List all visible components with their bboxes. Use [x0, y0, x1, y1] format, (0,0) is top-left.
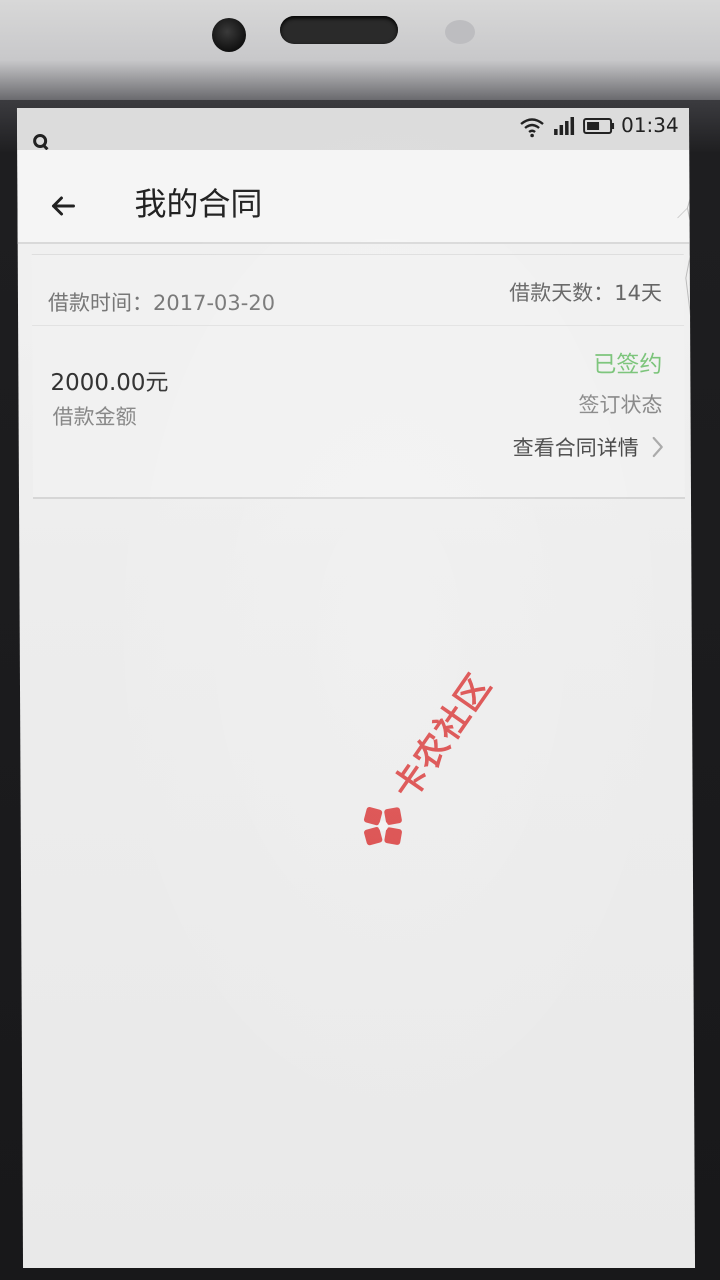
proximity-sensor — [445, 20, 475, 44]
loan-time-value: 2017-03-20 — [152, 291, 276, 315]
chevron-right-icon — [652, 436, 663, 458]
watermark-text: 卡农社区 — [385, 666, 501, 807]
status-time: 01:34 — [620, 113, 679, 137]
wifi-icon — [520, 118, 544, 138]
sign-status-label: 签订状态 — [578, 393, 663, 417]
signal-icon — [554, 117, 575, 135]
view-contract-details-text: 查看合同详情 — [512, 436, 639, 460]
front-camera — [212, 18, 246, 52]
earpiece-speaker — [280, 16, 398, 44]
phone-bezel-top — [0, 0, 720, 100]
loan-days-value: 14天 — [614, 281, 662, 305]
loan-days: 借款天数：14天 — [509, 277, 662, 307]
loan-time: 借款时间：2017-03-20 — [48, 287, 275, 317]
nav-bar: 我的合同 — [17, 150, 690, 244]
loan-amount-label: 借款金额 — [52, 405, 137, 429]
loan-amount-value: 2000.00元 — [50, 370, 169, 396]
app-notification-icon — [33, 134, 48, 148]
card-divider — [32, 325, 685, 326]
phone-frame: 01:34 我的合同 借款时间：2017-03-20 借款天数：14天 2000… — [0, 0, 720, 1280]
contract-card: 借款时间：2017-03-20 借款天数：14天 2000.00元 借款金额 已… — [31, 254, 686, 499]
watermark-logo-icon — [363, 806, 402, 846]
view-contract-details-link[interactable]: 查看合同详情 — [513, 429, 665, 465]
status-bar: 01:34 — [16, 108, 690, 150]
sign-status-value: 已签约 — [593, 352, 663, 378]
page-title: 我的合同 — [134, 185, 263, 223]
phone-screen: 01:34 我的合同 借款时间：2017-03-20 借款天数：14天 2000… — [16, 108, 696, 1268]
arrow-left-icon[interactable] — [47, 190, 79, 222]
watermark: 卡农社区 — [310, 545, 527, 846]
battery-icon — [583, 118, 615, 134]
loan-time-label: 借款时间： — [47, 291, 154, 315]
loan-days-label: 借款天数： — [509, 281, 615, 305]
